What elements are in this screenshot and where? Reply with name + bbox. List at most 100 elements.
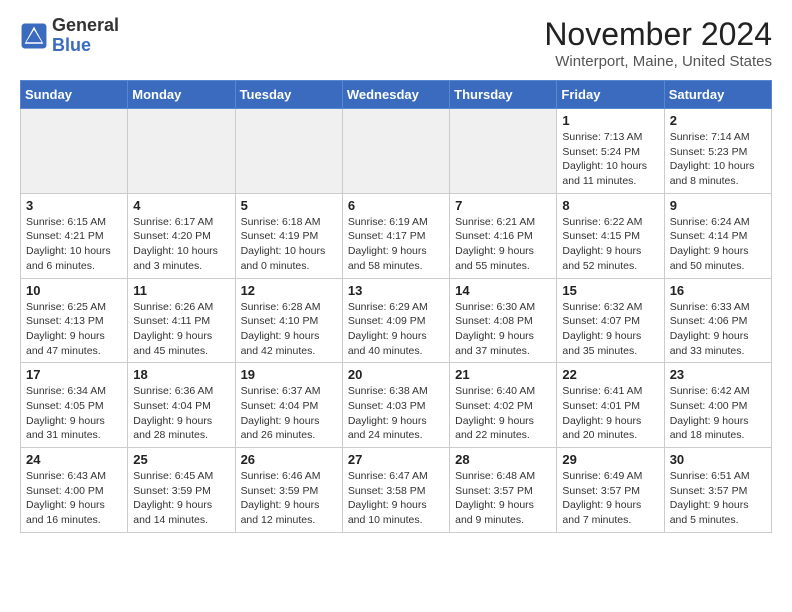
day-info: Sunrise: 6:46 AM Sunset: 3:59 PM Dayligh… <box>241 469 337 528</box>
day-info: Sunrise: 6:41 AM Sunset: 4:01 PM Dayligh… <box>562 384 658 443</box>
day-info: Sunrise: 6:18 AM Sunset: 4:19 PM Dayligh… <box>241 215 337 274</box>
day-number: 19 <box>241 367 337 382</box>
month-title: November 2024 <box>544 16 772 53</box>
day-info: Sunrise: 6:17 AM Sunset: 4:20 PM Dayligh… <box>133 215 229 274</box>
day-info: Sunrise: 6:51 AM Sunset: 3:57 PM Dayligh… <box>670 469 766 528</box>
logo-text: General Blue <box>52 16 119 56</box>
day-number: 29 <box>562 452 658 467</box>
calendar-header: SundayMondayTuesdayWednesdayThursdayFrid… <box>21 81 772 109</box>
calendar-cell: 1 Sunrise: 7:13 AM Sunset: 5:24 PM Daylig… <box>557 109 664 194</box>
logo-blue: Blue <box>52 35 91 55</box>
calendar-cell: 14Sunrise: 6:30 AM Sunset: 4:08 PM Dayli… <box>450 278 557 363</box>
day-number: 22 <box>562 367 658 382</box>
day-info: Sunrise: 6:19 AM Sunset: 4:17 PM Dayligh… <box>348 215 444 274</box>
day-number: 26 <box>241 452 337 467</box>
calendar-cell <box>342 109 449 194</box>
calendar-cell: 20Sunrise: 6:38 AM Sunset: 4:03 PM Dayli… <box>342 363 449 448</box>
calendar-cell: 22 Sunrise: 6:41 AM Sunset: 4:01 PM Dayli… <box>557 363 664 448</box>
day-info: Sunrise: 7:14 AM Sunset: 5:23 PM Dayligh… <box>670 130 766 189</box>
title-block: November 2024 Winterport, Maine, United … <box>544 16 772 70</box>
day-number: 6 <box>348 198 444 213</box>
day-number: 3 <box>26 198 122 213</box>
day-number: 30 <box>670 452 766 467</box>
day-number: 28 <box>455 452 551 467</box>
header-row: SundayMondayTuesdayWednesdayThursdayFrid… <box>21 81 772 109</box>
logo-general: General <box>52 15 119 35</box>
day-number: 1 <box>562 113 658 128</box>
calendar-cell <box>235 109 342 194</box>
day-info: Sunrise: 6:47 AM Sunset: 3:58 PM Dayligh… <box>348 469 444 528</box>
calendar-week-1: 1 Sunrise: 7:13 AM Sunset: 5:24 PM Daylig… <box>21 109 772 194</box>
calendar-cell: 30 Sunrise: 6:51 AM Sunset: 3:57 PM Dayli… <box>664 448 771 533</box>
day-info: Sunrise: 6:36 AM Sunset: 4:04 PM Dayligh… <box>133 384 229 443</box>
calendar-week-4: 17 Sunrise: 6:34 AM Sunset: 4:05 PM Dayli… <box>21 363 772 448</box>
day-number: 2 <box>670 113 766 128</box>
calendar-cell: 29 Sunrise: 6:49 AM Sunset: 3:57 PM Dayli… <box>557 448 664 533</box>
calendar-cell: 5 Sunrise: 6:18 AM Sunset: 4:19 PM Daylig… <box>235 193 342 278</box>
day-header-sunday: Sunday <box>21 81 128 109</box>
day-number: 21 <box>455 367 551 382</box>
day-info: Sunrise: 6:45 AM Sunset: 3:59 PM Dayligh… <box>133 469 229 528</box>
day-number: 5 <box>241 198 337 213</box>
calendar-cell: 25Sunrise: 6:45 AM Sunset: 3:59 PM Dayli… <box>128 448 235 533</box>
calendar-cell: 2 Sunrise: 7:14 AM Sunset: 5:23 PM Daylig… <box>664 109 771 194</box>
calendar-cell: 16 Sunrise: 6:33 AM Sunset: 4:06 PM Dayli… <box>664 278 771 363</box>
day-info: Sunrise: 6:22 AM Sunset: 4:15 PM Dayligh… <box>562 215 658 274</box>
day-info: Sunrise: 6:38 AM Sunset: 4:03 PM Dayligh… <box>348 384 444 443</box>
location: Winterport, Maine, United States <box>544 53 772 70</box>
page-header: General Blue November 2024 Winterport, M… <box>20 16 772 70</box>
logo: General Blue <box>20 16 119 56</box>
calendar-cell: 11Sunrise: 6:26 AM Sunset: 4:11 PM Dayli… <box>128 278 235 363</box>
calendar-cell: 27 Sunrise: 6:47 AM Sunset: 3:58 PM Dayli… <box>342 448 449 533</box>
calendar-cell: 9 Sunrise: 6:24 AM Sunset: 4:14 PM Daylig… <box>664 193 771 278</box>
day-header-tuesday: Tuesday <box>235 81 342 109</box>
day-info: Sunrise: 6:49 AM Sunset: 3:57 PM Dayligh… <box>562 469 658 528</box>
day-number: 8 <box>562 198 658 213</box>
calendar-table: SundayMondayTuesdayWednesdayThursdayFrid… <box>20 80 772 533</box>
day-number: 7 <box>455 198 551 213</box>
calendar-cell: 12Sunrise: 6:28 AM Sunset: 4:10 PM Dayli… <box>235 278 342 363</box>
day-info: Sunrise: 6:34 AM Sunset: 4:05 PM Dayligh… <box>26 384 122 443</box>
calendar-cell: 26 Sunrise: 6:46 AM Sunset: 3:59 PM Dayli… <box>235 448 342 533</box>
day-info: Sunrise: 6:42 AM Sunset: 4:00 PM Dayligh… <box>670 384 766 443</box>
day-header-monday: Monday <box>128 81 235 109</box>
day-number: 17 <box>26 367 122 382</box>
day-number: 10 <box>26 283 122 298</box>
day-info: Sunrise: 6:32 AM Sunset: 4:07 PM Dayligh… <box>562 300 658 359</box>
day-number: 23 <box>670 367 766 382</box>
day-header-saturday: Saturday <box>664 81 771 109</box>
day-info: Sunrise: 6:25 AM Sunset: 4:13 PM Dayligh… <box>26 300 122 359</box>
day-info: Sunrise: 6:33 AM Sunset: 4:06 PM Dayligh… <box>670 300 766 359</box>
day-number: 12 <box>241 283 337 298</box>
day-info: Sunrise: 7:13 AM Sunset: 5:24 PM Dayligh… <box>562 130 658 189</box>
day-header-friday: Friday <box>557 81 664 109</box>
logo-icon <box>20 22 48 50</box>
calendar-cell: 3 Sunrise: 6:15 AM Sunset: 4:21 PM Daylig… <box>21 193 128 278</box>
day-number: 18 <box>133 367 229 382</box>
day-number: 15 <box>562 283 658 298</box>
day-number: 9 <box>670 198 766 213</box>
day-header-wednesday: Wednesday <box>342 81 449 109</box>
calendar-cell: 23 Sunrise: 6:42 AM Sunset: 4:00 PM Dayli… <box>664 363 771 448</box>
day-info: Sunrise: 6:24 AM Sunset: 4:14 PM Dayligh… <box>670 215 766 274</box>
calendar-cell: 8 Sunrise: 6:22 AM Sunset: 4:15 PM Daylig… <box>557 193 664 278</box>
day-number: 27 <box>348 452 444 467</box>
calendar-cell: 13Sunrise: 6:29 AM Sunset: 4:09 PM Dayli… <box>342 278 449 363</box>
day-info: Sunrise: 6:15 AM Sunset: 4:21 PM Dayligh… <box>26 215 122 274</box>
day-number: 4 <box>133 198 229 213</box>
calendar-cell: 4 Sunrise: 6:17 AM Sunset: 4:20 PM Daylig… <box>128 193 235 278</box>
day-number: 16 <box>670 283 766 298</box>
calendar-week-3: 10 Sunrise: 6:25 AM Sunset: 4:13 PM Dayli… <box>21 278 772 363</box>
day-info: Sunrise: 6:43 AM Sunset: 4:00 PM Dayligh… <box>26 469 122 528</box>
day-number: 11 <box>133 283 229 298</box>
calendar-cell: 21Sunrise: 6:40 AM Sunset: 4:02 PM Dayli… <box>450 363 557 448</box>
calendar-cell: 18 Sunrise: 6:36 AM Sunset: 4:04 PM Dayli… <box>128 363 235 448</box>
calendar-cell: 15 Sunrise: 6:32 AM Sunset: 4:07 PM Dayli… <box>557 278 664 363</box>
day-number: 24 <box>26 452 122 467</box>
calendar-cell <box>21 109 128 194</box>
day-info: Sunrise: 6:37 AM Sunset: 4:04 PM Dayligh… <box>241 384 337 443</box>
calendar-cell: 19 Sunrise: 6:37 AM Sunset: 4:04 PM Dayli… <box>235 363 342 448</box>
calendar-cell: 28Sunrise: 6:48 AM Sunset: 3:57 PM Dayli… <box>450 448 557 533</box>
calendar-week-5: 24 Sunrise: 6:43 AM Sunset: 4:00 PM Dayli… <box>21 448 772 533</box>
day-number: 14 <box>455 283 551 298</box>
